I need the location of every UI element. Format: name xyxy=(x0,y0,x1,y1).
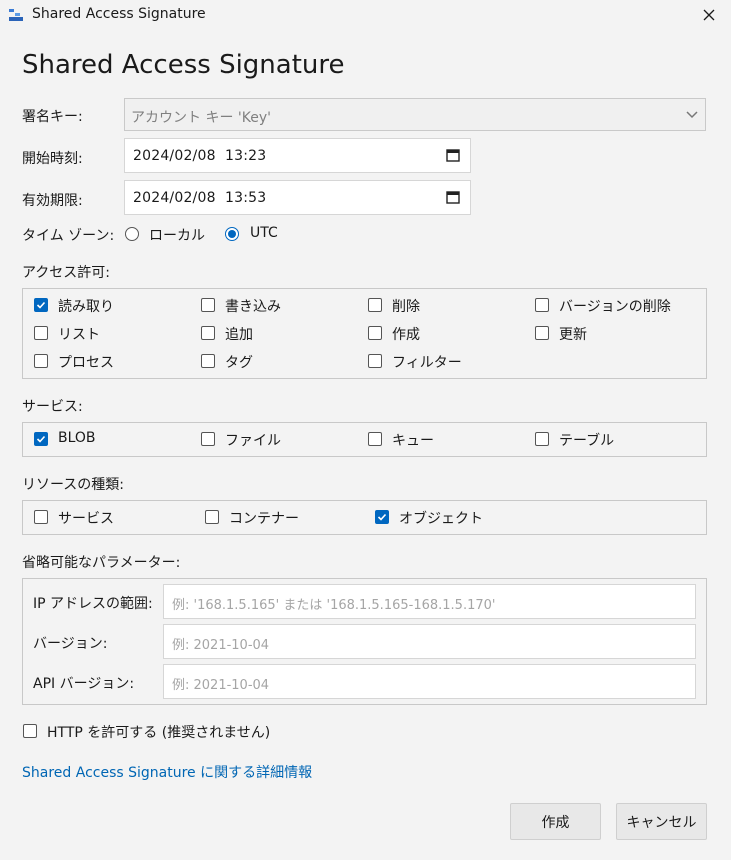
permission-checkbox[interactable] xyxy=(34,298,48,312)
version-placeholder: 例: 2021-10-04 xyxy=(172,638,270,653)
chevron-down-icon xyxy=(686,111,698,119)
resource-type-label: コンテナー xyxy=(229,511,299,527)
permission-checkbox[interactable] xyxy=(368,298,382,312)
expiry-date: 2024/02/08 xyxy=(133,190,216,206)
signing-key-value: アカウント キー 'Key' xyxy=(131,110,271,126)
start-time-input[interactable]: 2024/02/08 13:23 xyxy=(124,138,471,173)
permissions-label: アクセス許可: xyxy=(22,265,111,281)
expiry-time-label: 有効期限: xyxy=(22,193,83,209)
start-date: 2024/02/08 xyxy=(133,148,216,164)
permission-label: 削除 xyxy=(392,299,420,315)
permission-label: 更新 xyxy=(559,327,587,343)
permission-label: バージョンの削除 xyxy=(559,299,671,315)
permission-checkbox[interactable] xyxy=(368,354,382,368)
permission-label: 作成 xyxy=(392,327,420,343)
permission-label: 書き込み xyxy=(225,299,281,315)
service-checkbox[interactable] xyxy=(34,432,48,446)
calendar-icon[interactable] xyxy=(446,190,460,204)
resource-type-label: サービス xyxy=(58,511,114,527)
permission-checkbox[interactable] xyxy=(535,326,549,340)
permission-label: プロセス xyxy=(58,355,114,371)
optional-params-label: 省略可能なパラメーター: xyxy=(22,555,181,571)
api-version-label: API バージョン: xyxy=(33,676,135,692)
expiry-time: 13:53 xyxy=(225,190,267,206)
resource-types-label: リソースの種類: xyxy=(22,477,125,493)
start-time: 13:23 xyxy=(225,148,267,164)
version-input[interactable]: 例: 2021-10-04 xyxy=(163,624,696,659)
version-label: バージョン: xyxy=(33,636,108,652)
ip-range-placeholder: 例: '168.1.5.165' または '168.1.5.165-168.1.… xyxy=(172,598,496,613)
resource-type-checkbox[interactable] xyxy=(205,510,219,524)
service-checkbox[interactable] xyxy=(201,432,215,446)
close-icon xyxy=(703,9,715,21)
timezone-utc-radio[interactable] xyxy=(225,227,239,241)
checkmark-icon xyxy=(36,301,46,309)
timezone-utc-label: UTC xyxy=(250,225,278,241)
title-bar: Shared Access Signature xyxy=(0,0,731,30)
permission-checkbox[interactable] xyxy=(201,354,215,368)
services-label: サービス: xyxy=(22,399,83,415)
service-label: キュー xyxy=(392,433,434,449)
allow-http-checkbox[interactable] xyxy=(23,724,37,738)
create-button[interactable]: 作成 xyxy=(510,803,601,840)
permission-label: 読み取り xyxy=(58,299,114,315)
permission-checkbox[interactable] xyxy=(201,326,215,340)
permission-checkbox[interactable] xyxy=(535,298,549,312)
resource-type-label: オブジェクト xyxy=(399,511,483,527)
permission-label: タグ xyxy=(225,355,253,371)
learn-more-link[interactable]: Shared Access Signature に関する詳細情報 xyxy=(22,762,312,782)
permission-label: リスト xyxy=(58,327,100,343)
signing-key-label: 署名キー: xyxy=(22,109,83,125)
ip-range-label: IP アドレスの範囲: xyxy=(33,596,153,612)
timezone-local-radio[interactable] xyxy=(125,227,139,241)
start-time-label: 開始時刻: xyxy=(22,151,83,167)
resource-types-group xyxy=(22,500,707,535)
permission-label: 追加 xyxy=(225,327,253,343)
permission-checkbox[interactable] xyxy=(368,326,382,340)
resource-type-checkbox[interactable] xyxy=(34,510,48,524)
allow-http-label: HTTP を許可する (推奨されません) xyxy=(47,725,271,741)
window-title: Shared Access Signature xyxy=(32,6,206,22)
close-button[interactable] xyxy=(695,2,723,28)
api-version-input[interactable]: 例: 2021-10-04 xyxy=(163,664,696,699)
permission-label: フィルター xyxy=(392,355,462,371)
resource-type-checkbox[interactable] xyxy=(375,510,389,524)
dialog-heading: Shared Access Signature xyxy=(22,50,345,80)
permission-checkbox[interactable] xyxy=(34,326,48,340)
calendar-icon[interactable] xyxy=(446,148,460,162)
permission-checkbox[interactable] xyxy=(34,354,48,368)
timezone-local-label: ローカル xyxy=(149,228,205,244)
api-version-placeholder: 例: 2021-10-04 xyxy=(172,678,270,693)
checkmark-icon xyxy=(36,435,46,443)
service-checkbox[interactable] xyxy=(535,432,549,446)
expiry-time-input[interactable]: 2024/02/08 13:53 xyxy=(124,180,471,215)
service-label: BLOB xyxy=(58,430,96,446)
checkmark-icon xyxy=(377,513,387,521)
service-label: テーブル xyxy=(559,433,615,449)
signing-key-select[interactable]: アカウント キー 'Key' xyxy=(124,98,706,131)
storage-explorer-icon xyxy=(9,9,23,21)
permission-checkbox[interactable] xyxy=(201,298,215,312)
timezone-label: タイム ゾーン: xyxy=(22,228,115,244)
service-checkbox[interactable] xyxy=(368,432,382,446)
ip-range-input[interactable]: 例: '168.1.5.165' または '168.1.5.165-168.1.… xyxy=(163,584,696,619)
cancel-button[interactable]: キャンセル xyxy=(616,803,707,840)
service-label: ファイル xyxy=(225,433,281,449)
